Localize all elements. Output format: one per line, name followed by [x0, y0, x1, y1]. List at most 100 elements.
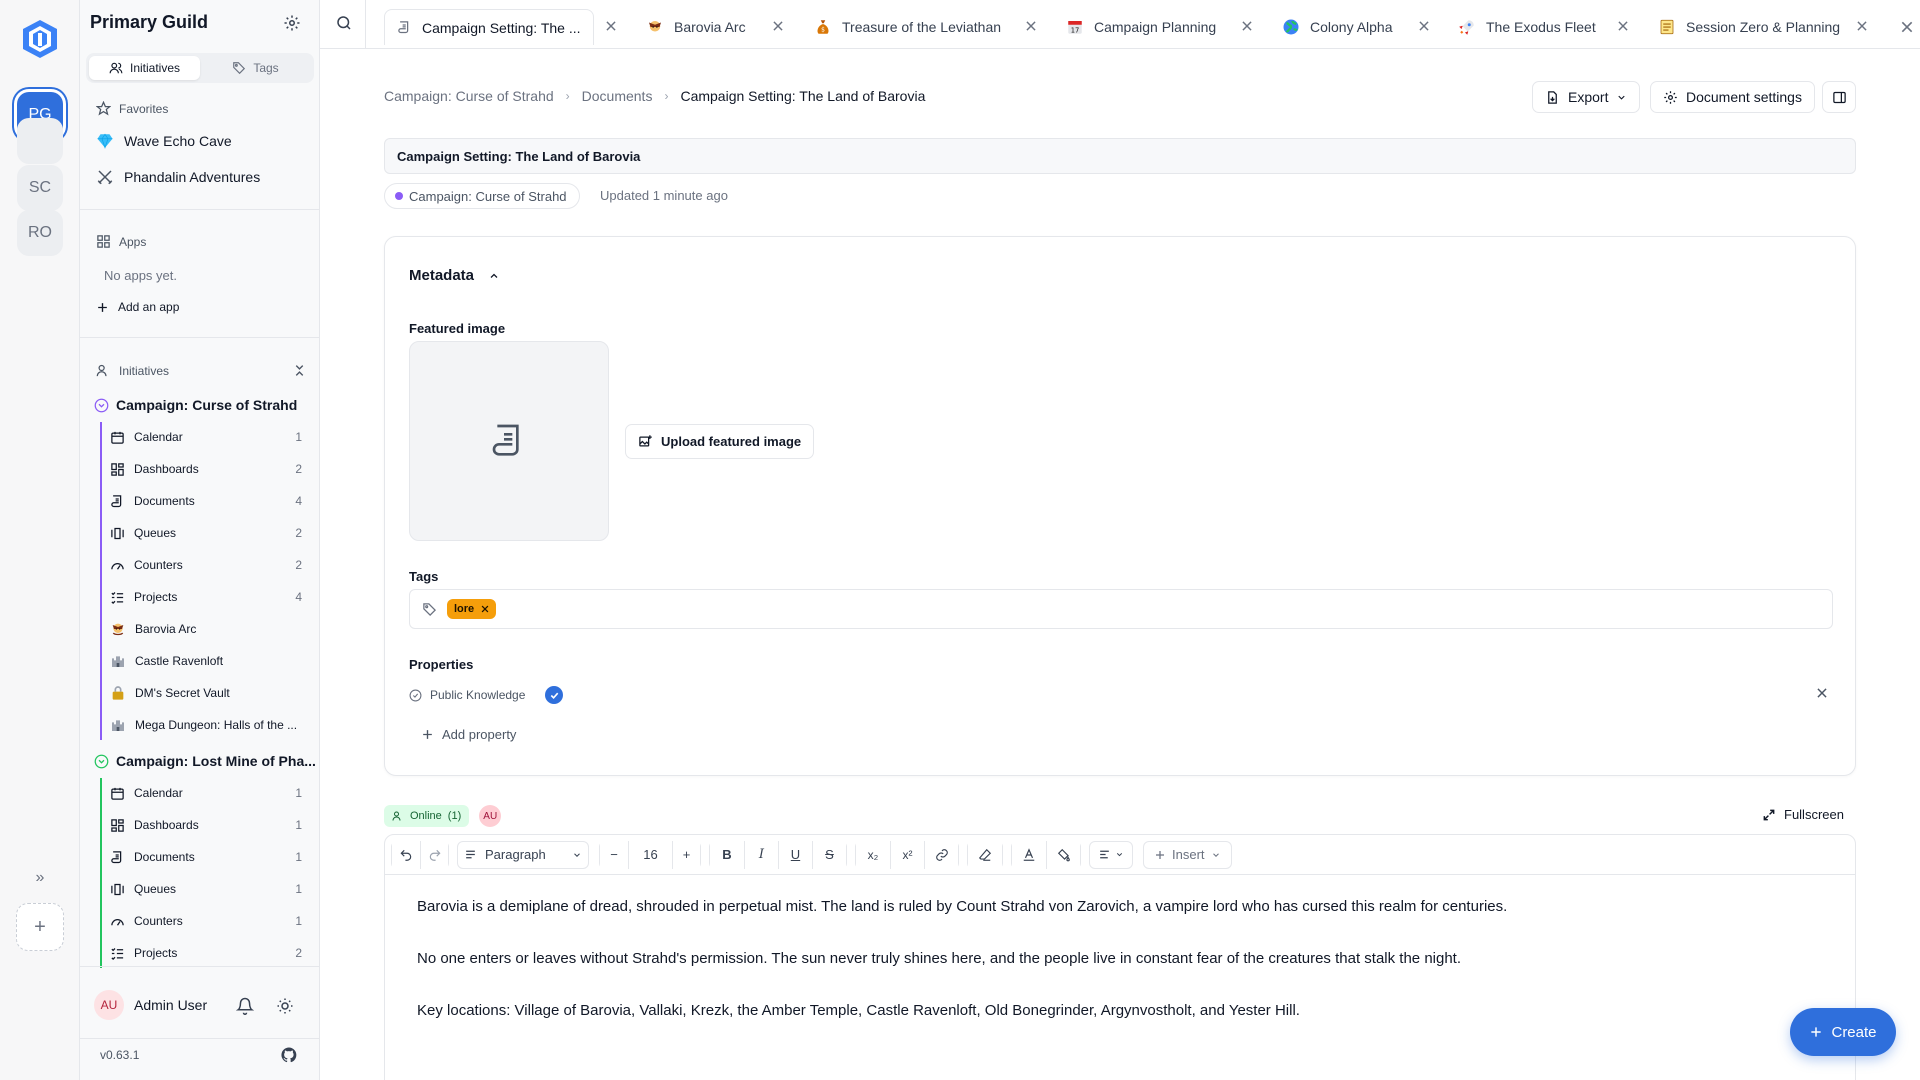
- close-icon[interactable]: [1417, 19, 1431, 33]
- document-settings-button[interactable]: Document settings: [1650, 81, 1815, 113]
- workspace-ro[interactable]: RO: [17, 210, 63, 256]
- fullscreen-button[interactable]: Fullscreen: [1762, 807, 1844, 822]
- sidebar-item-counters[interactable]: Counters 2: [110, 554, 302, 576]
- tab-exodus-fleet[interactable]: The Exodus Fleet: [1446, 9, 1608, 45]
- italic-icon[interactable]: I: [744, 840, 778, 869]
- sidebar-item-dashboards[interactable]: Dashboards 2: [110, 458, 302, 480]
- avatar[interactable]: AU: [479, 805, 502, 827]
- bell-icon[interactable]: [236, 997, 254, 1015]
- create-button[interactable]: Create: [1790, 1008, 1896, 1056]
- tab-treasure-leviathan[interactable]: $ Treasure of the Leviathan: [802, 9, 1013, 45]
- close-icon[interactable]: [1855, 19, 1869, 33]
- toggle-panel-button[interactable]: [1822, 81, 1856, 113]
- sidebar-item-mega-dungeon[interactable]: Mega Dungeon: Halls of the ...: [110, 714, 302, 736]
- sun-icon[interactable]: [276, 997, 294, 1015]
- close-icon[interactable]: [1240, 19, 1254, 33]
- tab-campaign-planning[interactable]: 17 Campaign Planning: [1054, 9, 1228, 45]
- subscript-icon[interactable]: x₂: [856, 840, 890, 869]
- featured-image-placeholder[interactable]: [409, 341, 609, 541]
- favorite-item[interactable]: Phandalin Adventures: [96, 168, 260, 186]
- decrease-font-button[interactable]: −: [600, 840, 628, 869]
- close-icon[interactable]: [1616, 19, 1630, 33]
- highlight-icon[interactable]: [1046, 840, 1080, 869]
- sidebar-item-projects[interactable]: Projects 2: [110, 942, 302, 964]
- divider: [80, 337, 320, 338]
- block-type-select[interactable]: Paragraph: [457, 840, 589, 869]
- tab-barovia-arc[interactable]: Barovia Arc: [634, 9, 758, 45]
- app-logo-icon[interactable]: [20, 18, 60, 60]
- bold-icon[interactable]: B: [710, 840, 744, 869]
- list-check-icon: [111, 591, 124, 604]
- collapse-all-icon[interactable]: [293, 364, 306, 377]
- close-icon[interactable]: [604, 19, 618, 33]
- eraser-icon[interactable]: [968, 840, 1002, 869]
- favorite-item[interactable]: Wave Echo Cave: [96, 132, 232, 150]
- sidebar-item-castle-ravenloft[interactable]: Castle Ravenloft: [110, 650, 302, 672]
- close-icon[interactable]: [480, 604, 490, 614]
- clear-group: [967, 840, 1003, 869]
- sidebar-item-calendar[interactable]: Calendar 1: [110, 782, 302, 804]
- breadcrumb-item[interactable]: Campaign: Curse of Strahd: [384, 88, 554, 104]
- increase-font-button[interactable]: +: [672, 840, 700, 869]
- tags-input[interactable]: lore: [409, 589, 1833, 629]
- document-title-input[interactable]: Campaign Setting: The Land of Barovia: [384, 138, 1856, 174]
- close-icon[interactable]: [771, 19, 785, 33]
- editor-content[interactable]: Barovia is a demiplane of dread, shroude…: [417, 897, 1817, 1053]
- underline-icon[interactable]: U: [778, 840, 812, 869]
- upload-featured-image-button[interactable]: Upload featured image: [625, 424, 815, 459]
- sidebar-item-counters[interactable]: Counters 1: [110, 910, 302, 932]
- tab-tags[interactable]: Tags: [200, 56, 311, 80]
- add-workspace-button[interactable]: +: [16, 903, 64, 951]
- tab-colony-alpha[interactable]: Colony Alpha: [1270, 9, 1405, 45]
- gear-icon[interactable]: [283, 14, 301, 32]
- superscript-icon[interactable]: x²: [890, 840, 924, 869]
- sidebar-item-projects[interactable]: Projects 4: [110, 586, 302, 608]
- sidebar-item-calendar[interactable]: Calendar 1: [110, 426, 302, 448]
- expand-sidebar-icon[interactable]: »: [28, 866, 52, 890]
- initiative-curse-of-strahd[interactable]: Campaign: Curse of Strahd: [94, 397, 297, 413]
- insert-menu[interactable]: Insert: [1143, 840, 1232, 869]
- strikethrough-icon[interactable]: S: [812, 840, 846, 869]
- breadcrumb-item[interactable]: Documents: [582, 88, 653, 104]
- link-icon[interactable]: [924, 840, 958, 869]
- initiative-lost-mine[interactable]: Campaign: Lost Mine of Pha...: [94, 753, 316, 769]
- export-button[interactable]: Export: [1532, 81, 1641, 113]
- workspace-sc[interactable]: [17, 118, 63, 164]
- tab-initiatives[interactable]: Initiatives: [89, 56, 200, 80]
- notepad-icon: [1660, 19, 1674, 35]
- github-icon[interactable]: [280, 1046, 298, 1064]
- remove-property-icon[interactable]: [1815, 686, 1831, 702]
- add-property-button[interactable]: Add property: [421, 727, 516, 742]
- sidebar-item-documents[interactable]: Documents 1: [110, 846, 302, 868]
- sidebar-item-secret-vault[interactable]: DM's Secret Vault: [110, 682, 302, 704]
- align-select[interactable]: [1089, 840, 1133, 869]
- sidebar-item-queues[interactable]: Queues 1: [110, 878, 302, 900]
- online-badge[interactable]: Online (1): [384, 805, 470, 827]
- font-size-input[interactable]: 16: [628, 840, 672, 869]
- property-checkbox[interactable]: [545, 686, 564, 704]
- user-menu[interactable]: AU Admin User: [94, 990, 207, 1020]
- plus-icon: [423, 730, 432, 739]
- scroll-icon: [111, 494, 122, 507]
- redo-icon[interactable]: [420, 840, 448, 869]
- undo-icon[interactable]: [392, 840, 420, 869]
- sidebar-item-queues[interactable]: Queues 2: [110, 522, 302, 544]
- sidebar-item-dashboards[interactable]: Dashboards 1: [110, 814, 302, 836]
- sidebar-item-barovia-arc[interactable]: Barovia Arc: [110, 618, 302, 640]
- metadata-toggle[interactable]: Metadata: [409, 267, 500, 284]
- add-app-button[interactable]: Add an app: [96, 300, 179, 314]
- divider: [80, 1038, 320, 1039]
- tab-session-zero[interactable]: Session Zero & Planning: [1646, 9, 1852, 45]
- close-icon[interactable]: [1899, 19, 1913, 33]
- font-size-stepper: − 16 +: [599, 840, 701, 869]
- search-icon[interactable]: [335, 14, 355, 34]
- text-color-icon[interactable]: [1012, 840, 1046, 869]
- tag-icon: [233, 62, 246, 75]
- close-icon[interactable]: [1024, 19, 1038, 33]
- tab-campaign-setting[interactable]: Campaign Setting: The ...: [384, 9, 594, 45]
- gauge-icon: [111, 918, 124, 926]
- property-name[interactable]: Public Knowledge: [430, 688, 525, 702]
- workspace-sc-btn[interactable]: SC: [17, 165, 63, 211]
- sidebar-item-documents[interactable]: Documents 4: [110, 490, 302, 512]
- campaign-chip[interactable]: Campaign: Curse of Strahd: [384, 183, 580, 209]
